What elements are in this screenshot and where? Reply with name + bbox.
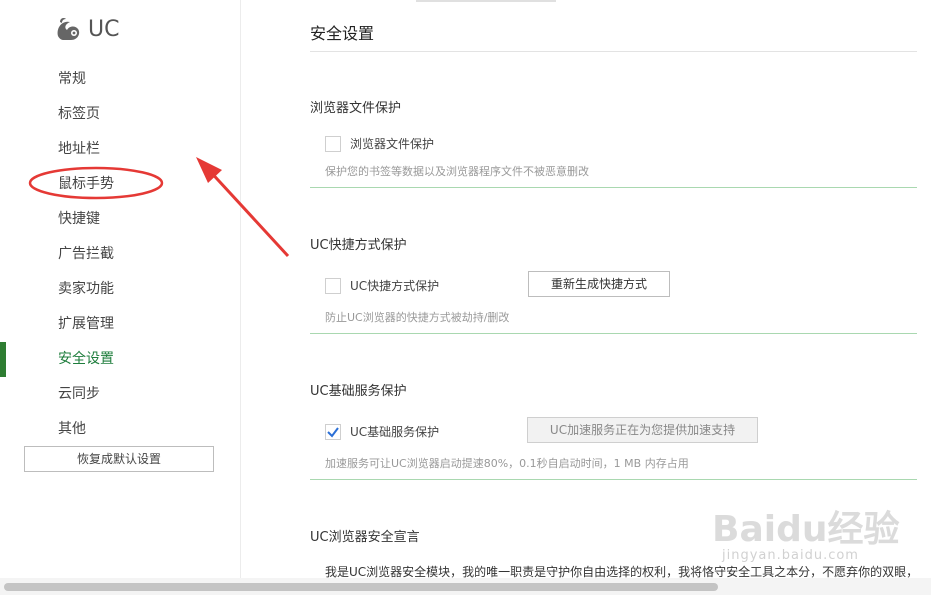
file-protect-row: 浏览器文件保护: [325, 135, 434, 152]
sidebar-item-label: 安全设置: [58, 351, 114, 367]
section-divider: [310, 479, 917, 480]
horizontal-scrollbar[interactable]: [0, 578, 931, 595]
sidebar-item-security[interactable]: 安全设置: [0, 342, 240, 377]
file-protect-checkbox[interactable]: [325, 135, 341, 152]
baidu-watermark-url: jingyan.baidu.com: [722, 548, 859, 563]
section-title-file-protect: 浏览器文件保护: [310, 101, 402, 116]
page-title: 安全设置: [310, 24, 375, 43]
uc-squirrel-icon: [57, 18, 80, 40]
sidebar-item-label: 扩展管理: [58, 316, 114, 332]
sidebar-item-cloud-sync[interactable]: 云同步: [0, 377, 240, 412]
sidebar-item-mouse-gesture[interactable]: 鼠标手势: [0, 167, 240, 202]
main-panel: 安全设置 浏览器文件保护 浏览器文件保护 保护您的书签等数据以及浏览器程序文件不…: [241, 0, 931, 578]
section-title-declaration: UC浏览器安全宣言: [310, 530, 420, 545]
title-divider: [310, 51, 917, 52]
sidebar-nav: 常规 标签页 地址栏 鼠标手势 快捷键 广告拦截 卖家功能 扩展管理 安全设置 …: [0, 62, 240, 447]
file-protect-desc: 保护您的书签等数据以及浏览器程序文件不被恶意删改: [325, 165, 589, 178]
base-service-desc: 加速服务可让UC浏览器启动提速80%，0.1秒自启动时间，1 MB 内存占用: [325, 457, 689, 470]
declaration-text: 我是UC浏览器安全模块，我的唯一职责是守护你自由选择的权利，我将恪守安全工具之本…: [325, 565, 919, 578]
sidebar-item-label: 卖家功能: [58, 281, 114, 297]
sidebar-item-label: 云同步: [58, 386, 100, 402]
sidebar-item-address-bar[interactable]: 地址栏: [0, 132, 240, 167]
sidebar-item-shortcuts[interactable]: 快捷键: [0, 202, 240, 237]
sidebar-item-label: 广告拦截: [58, 246, 114, 262]
sidebar-item-label: 常规: [58, 71, 86, 87]
sidebar-item-extensions[interactable]: 扩展管理: [0, 307, 240, 342]
sidebar: UC 常规 标签页 地址栏 鼠标手势 快捷键 广告拦截 卖家功能 扩展管理 安全…: [0, 0, 241, 578]
sidebar-item-label: 鼠标手势: [58, 176, 114, 192]
sidebar-item-ad-block[interactable]: 广告拦截: [0, 237, 240, 272]
shortcut-protect-desc: 防止UC浏览器的快捷方式被劫持/删改: [325, 311, 510, 324]
section-title-shortcut-protect: UC快捷方式保护: [310, 238, 407, 253]
regenerate-shortcut-button[interactable]: 重新生成快捷方式: [528, 271, 670, 297]
section-title-base-service: UC基础服务保护: [310, 384, 407, 399]
sidebar-item-other[interactable]: 其他: [0, 412, 240, 447]
shortcut-protect-checkbox[interactable]: [325, 277, 341, 294]
baidu-watermark: Baidu经验: [712, 509, 900, 550]
base-service-row: UC基础服务保护: [325, 423, 439, 440]
file-protect-label: 浏览器文件保护: [350, 137, 435, 151]
sidebar-item-label: 标签页: [58, 106, 100, 122]
base-service-checkbox[interactable]: [325, 423, 341, 440]
section-divider: [310, 333, 917, 334]
logo-text: UC: [88, 16, 120, 42]
sidebar-item-label: 快捷键: [58, 211, 100, 227]
section-divider: [310, 187, 917, 188]
top-divider: [416, 0, 556, 2]
uc-logo: UC: [54, 14, 119, 44]
shortcut-protect-label: UC快捷方式保护: [350, 279, 440, 293]
sidebar-item-tabs[interactable]: 标签页: [0, 97, 240, 132]
sidebar-item-label: 地址栏: [58, 141, 100, 157]
sidebar-item-seller[interactable]: 卖家功能: [0, 272, 240, 307]
checkmark-icon: [327, 426, 339, 438]
sidebar-item-general[interactable]: 常规: [0, 62, 240, 97]
scrollbar-thumb[interactable]: [4, 583, 718, 591]
base-service-label: UC基础服务保护: [350, 425, 440, 439]
acceleration-status-button[interactable]: UC加速服务正在为您提供加速支持: [527, 417, 758, 443]
sidebar-item-label: 其他: [58, 421, 86, 437]
reset-defaults-button[interactable]: 恢复成默认设置: [24, 446, 214, 472]
shortcut-protect-row: UC快捷方式保护: [325, 277, 439, 294]
